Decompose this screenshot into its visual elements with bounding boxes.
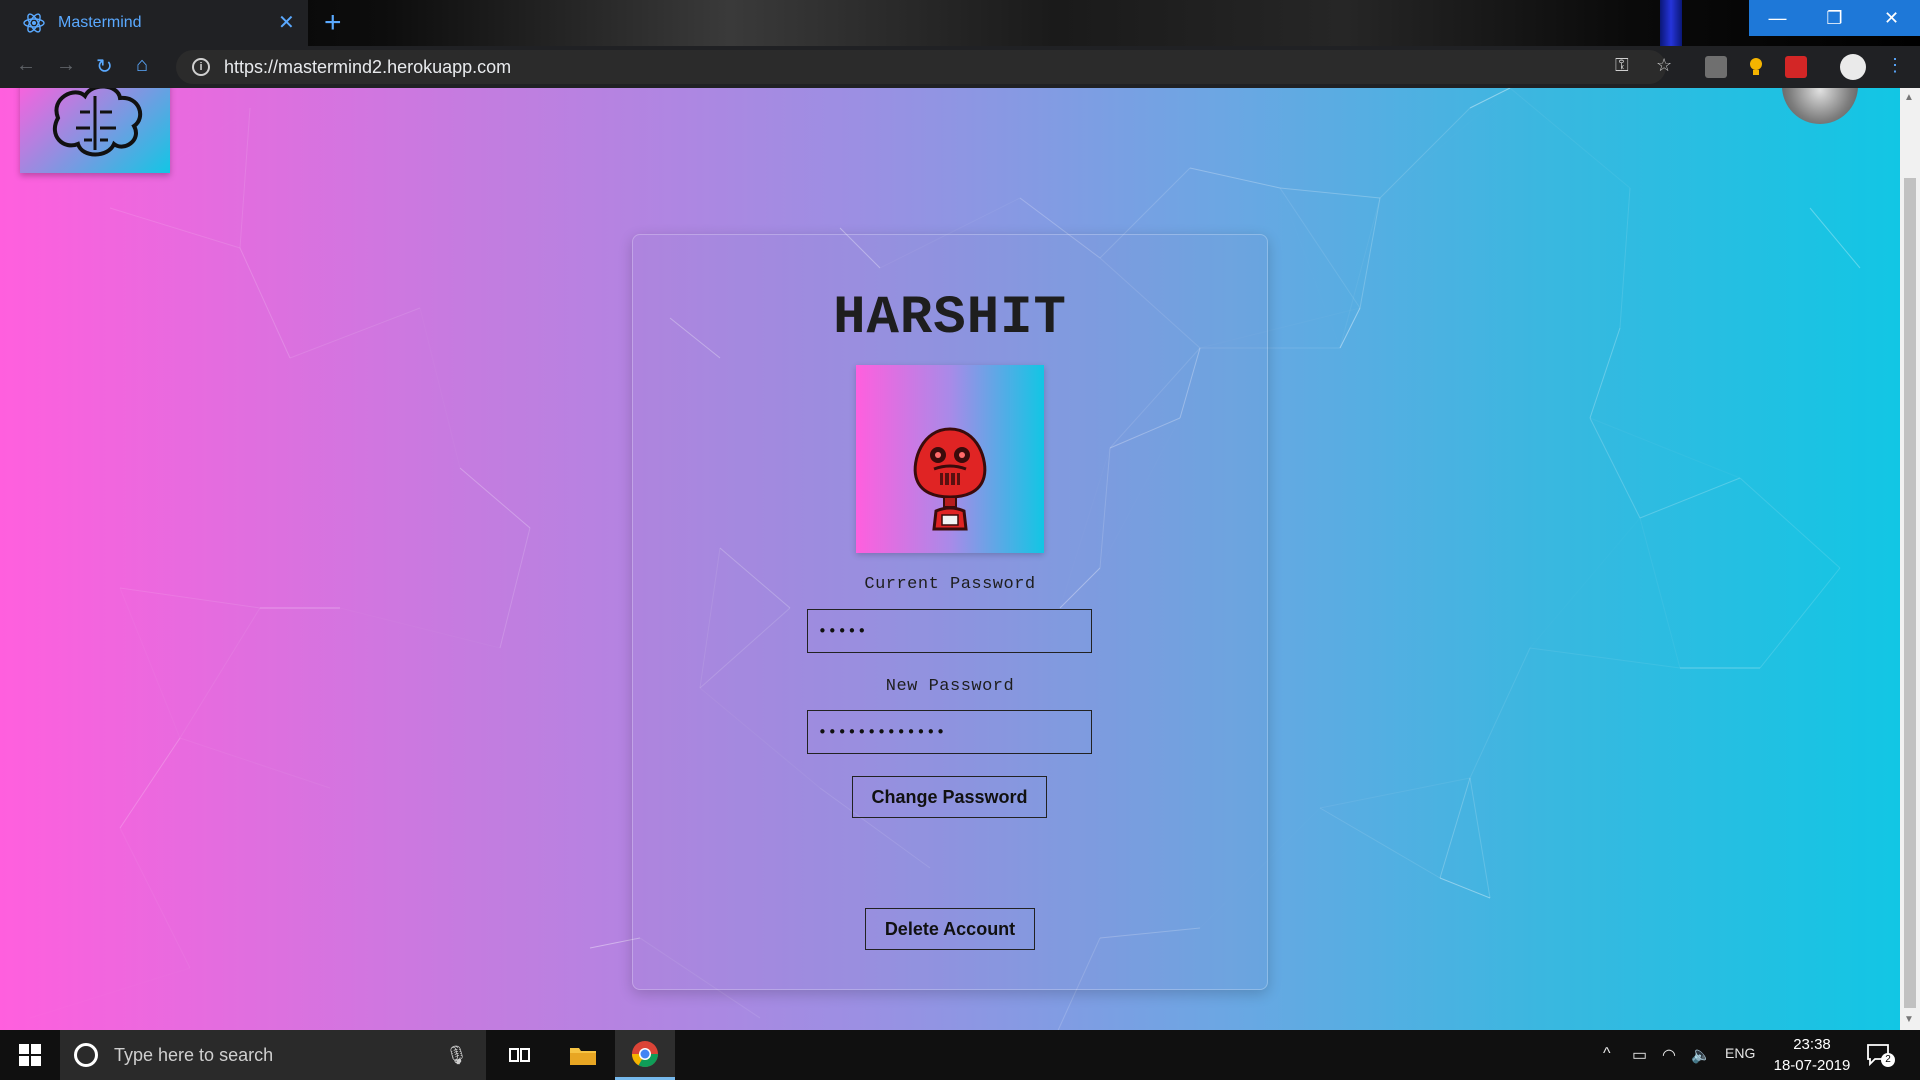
username-heading: HARSHIT <box>833 288 1067 349</box>
tab-title: Mastermind <box>58 14 142 31</box>
system-clock[interactable]: 23:38 18-07-2019 <box>1762 1034 1862 1076</box>
page-scrollbar[interactable]: ▲ ▼ <box>1900 88 1920 1030</box>
notification-count-badge: 2 <box>1881 1053 1895 1067</box>
page-background: HARSHIT Current Password ••••• New Passw… <box>0 88 1900 1030</box>
minimize-button[interactable]: — <box>1749 0 1806 36</box>
browser-tab[interactable]: Mastermind ✕ <box>0 0 308 46</box>
red-extension-icon[interactable] <box>1785 56 1807 78</box>
menu-icon[interactable]: ⋮ <box>1886 55 1904 76</box>
show-hidden-icons-icon[interactable]: ^ <box>1603 1045 1611 1063</box>
volume-icon[interactable]: 🔈 <box>1691 1045 1711 1065</box>
clock-date: 18-07-2019 <box>1773 1057 1851 1074</box>
cortana-icon <box>74 1043 98 1067</box>
new-password-input[interactable]: ••••••••••••• <box>807 710 1092 754</box>
delete-account-button[interactable]: Delete Account <box>865 908 1035 950</box>
action-center-icon[interactable]: 2 <box>1866 1042 1895 1068</box>
tab-close-icon[interactable]: ✕ <box>278 10 295 35</box>
file-explorer-icon[interactable] <box>553 1030 613 1080</box>
battery-icon[interactable]: ▭ <box>1632 1045 1647 1065</box>
windows-logo-icon <box>19 1044 41 1066</box>
taskbar-search[interactable]: Type here to search 🎙 <box>60 1030 486 1080</box>
search-placeholder: Type here to search <box>114 1044 274 1065</box>
close-window-button[interactable]: ✕ <box>1863 0 1920 36</box>
restore-button[interactable]: ❐ <box>1806 0 1863 36</box>
bulb-extension-icon[interactable] <box>1745 56 1767 78</box>
robot-icon <box>913 427 987 531</box>
language-indicator[interactable]: ENG <box>1725 1045 1755 1061</box>
current-password-input[interactable]: ••••• <box>807 609 1092 653</box>
url-text[interactable]: https://mastermind2.herokuapp.com <box>224 57 511 78</box>
profile-avatar-icon[interactable] <box>1840 54 1866 80</box>
current-password-label: Current Password <box>864 575 1036 594</box>
robot-avatar-image <box>856 365 1044 553</box>
address-bar[interactable]: i https://mastermind2.herokuapp.com <box>176 50 1666 84</box>
clock-time: 23:38 <box>1793 1036 1831 1053</box>
react-atom-icon <box>23 13 45 33</box>
microphone-icon[interactable]: 🎙 <box>445 1045 468 1066</box>
task-view-icon[interactable] <box>490 1030 550 1080</box>
brain-logo[interactable] <box>20 88 170 173</box>
scrollbar-thumb[interactable] <box>1904 178 1916 1008</box>
change-password-button[interactable]: Change Password <box>852 776 1047 818</box>
home-icon[interactable]: ⌂ <box>136 54 148 77</box>
browser-toolbar: ← → ↻ ⌂ i https://mastermind2.herokuapp.… <box>0 46 1920 88</box>
new-tab-button[interactable]: + <box>324 6 342 40</box>
windows-taskbar: Type here to search 🎙 ^ ▭ ◠ 🔈 ENG 23:38 … <box>0 1030 1920 1080</box>
browser-tab-bar: Mastermind ✕ + — ❐ ✕ <box>0 0 1920 46</box>
forward-icon[interactable]: → <box>56 54 76 77</box>
new-password-label: New Password <box>885 677 1015 696</box>
scroll-up-arrow-icon[interactable]: ▲ <box>1904 92 1914 103</box>
scroll-down-arrow-icon[interactable]: ▼ <box>1904 1014 1914 1025</box>
brain-icon <box>52 88 143 157</box>
site-info-icon[interactable]: i <box>192 58 210 76</box>
start-button[interactable] <box>0 1030 60 1080</box>
key-icon[interactable]: ⚿ <box>1615 55 1629 76</box>
reload-icon[interactable]: ↻ <box>96 54 113 79</box>
chrome-taskbar-icon[interactable] <box>615 1030 675 1080</box>
wallpaper-streak <box>1660 0 1682 46</box>
bookmark-star-icon[interactable]: ☆ <box>1656 55 1672 76</box>
back-icon[interactable]: ← <box>16 54 36 77</box>
wifi-icon[interactable]: ◠ <box>1662 1045 1676 1065</box>
extension-icon[interactable] <box>1705 56 1727 78</box>
